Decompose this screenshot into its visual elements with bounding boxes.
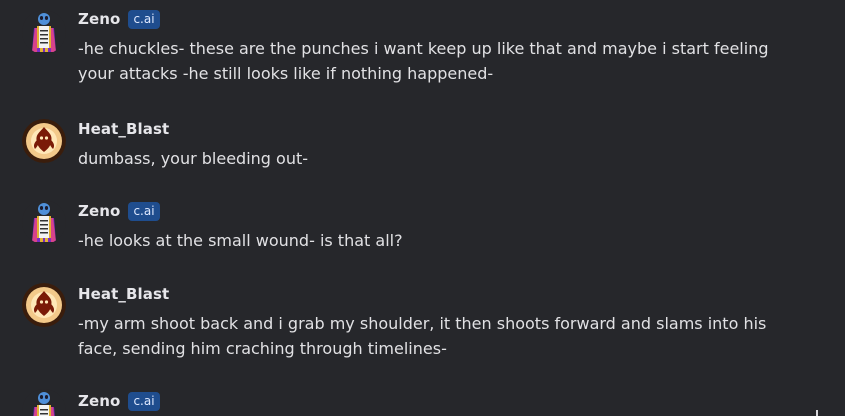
message-header: Heat_Blast <box>78 283 169 305</box>
zeno-character-avatar-icon[interactable] <box>22 10 66 54</box>
ai-badge: c.ai <box>128 201 160 221</box>
author-name[interactable]: Zeno <box>78 202 120 220</box>
message-header: Zeno c.ai <box>78 8 160 30</box>
ai-badge: c.ai <box>128 391 160 411</box>
chat-message: Zeno c.ai -he looks at the small wound- … <box>0 200 845 256</box>
heat-blast-avatar-icon[interactable] <box>22 119 66 163</box>
message-text: -he looks at the small wound- is that al… <box>78 231 403 250</box>
author-name[interactable]: Zeno <box>78 10 120 28</box>
message-text: -my arm shoot back and i grab my shoulde… <box>78 314 767 358</box>
chat-message: Heat_Blast dumbass, your bleeding out- <box>0 118 845 174</box>
heat-blast-avatar-icon[interactable] <box>22 283 66 327</box>
author-name[interactable]: Heat_Blast <box>78 285 169 303</box>
chat-message: Zeno c.ai -he chuckles- these are the pu… <box>0 8 845 88</box>
ai-badge: c.ai <box>128 9 160 29</box>
chat-feed: Zeno c.ai -he chuckles- these are the pu… <box>0 0 845 416</box>
message-text: dumbass, your bleeding out- <box>78 149 308 168</box>
chat-message: Heat_Blast -my arm shoot back and i grab… <box>0 283 845 365</box>
zeno-character-avatar-icon[interactable] <box>22 200 66 244</box>
scrollbar-thumb[interactable] <box>816 410 818 416</box>
message-header: Heat_Blast <box>78 118 169 140</box>
zeno-character-avatar-icon[interactable] <box>22 389 66 416</box>
author-name[interactable]: Zeno <box>78 392 120 410</box>
message-text: -he chuckles- these are the punches i wa… <box>78 39 769 83</box>
message-header: Zeno c.ai <box>78 390 160 412</box>
author-name[interactable]: Heat_Blast <box>78 120 169 138</box>
chat-message: Zeno c.ai <box>0 389 845 416</box>
message-header: Zeno c.ai <box>78 200 160 222</box>
